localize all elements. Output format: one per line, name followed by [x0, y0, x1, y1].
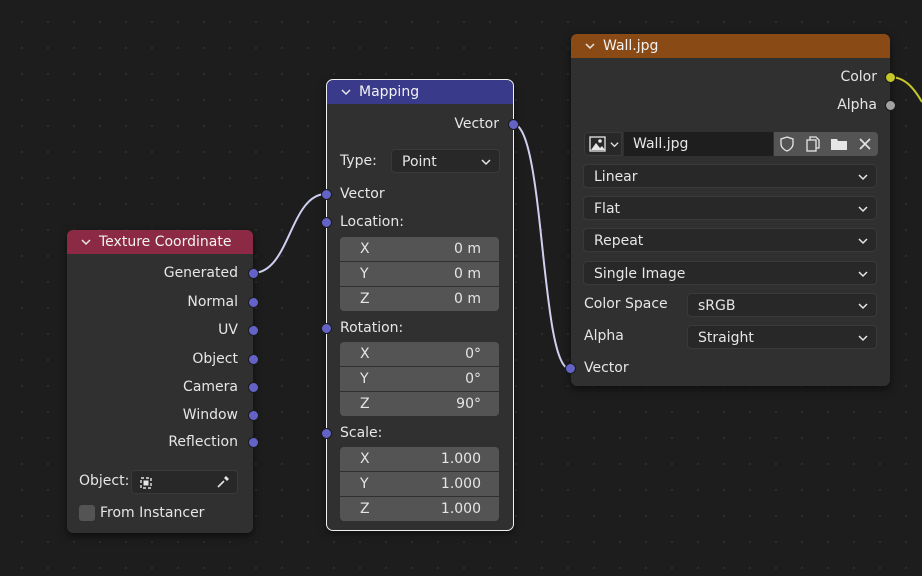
output-window: Window	[182, 407, 238, 423]
chevron-down-icon	[481, 159, 491, 166]
texture-coordinate-header[interactable]: Texture Coordinate	[67, 230, 253, 254]
link-mapping-to-image-vector	[512, 123, 571, 370]
socket-location[interactable]	[321, 217, 332, 228]
mapping-node[interactable]: Mapping Vector Type: Point Vector Locati…	[321, 79, 519, 531]
output-camera: Camera	[183, 379, 238, 395]
location-x-field[interactable]: X0 m	[340, 237, 499, 261]
unlink-image-button[interactable]	[852, 132, 878, 156]
chevron-down-icon	[858, 206, 868, 213]
chevron-down-icon	[858, 303, 868, 310]
scale-x-field[interactable]: X 1.000	[340, 447, 499, 471]
collapse-chevron-icon[interactable]	[585, 41, 595, 51]
from-instancer-checkbox[interactable]	[79, 505, 95, 521]
shield-icon	[780, 136, 794, 152]
node-title: Wall.jpg	[603, 38, 659, 54]
socket-alpha[interactable]	[885, 100, 896, 111]
image-browse-button[interactable]	[584, 132, 622, 156]
chevron-down-icon	[610, 142, 619, 148]
scale-label: Scale:	[340, 425, 383, 441]
node-title: Texture Coordinate	[99, 234, 232, 250]
output-reflection: Reflection	[168, 434, 238, 450]
chevron-down-icon	[858, 238, 868, 245]
alpha-mode-dropdown[interactable]: Straight	[687, 325, 877, 349]
scale-y-field[interactable]: Y 1.000	[340, 472, 499, 496]
rotation-label: Rotation:	[340, 320, 404, 336]
collapse-chevron-icon[interactable]	[341, 87, 351, 97]
scale-z-field[interactable]: Z 1.000	[340, 497, 499, 521]
color-space-dropdown[interactable]: sRGB	[687, 293, 877, 317]
rotation-x-field[interactable]: X 0°	[340, 342, 499, 366]
duplicate-icon	[806, 136, 820, 152]
output-color: Color	[840, 69, 877, 85]
collapse-chevron-icon[interactable]	[81, 237, 91, 247]
link-generated-to-vector	[252, 193, 327, 274]
color-space-label: Color Space	[584, 296, 668, 312]
type-label: Type:	[340, 153, 377, 169]
eyedropper-icon[interactable]	[215, 474, 231, 490]
socket-image-vector[interactable]	[565, 363, 576, 374]
socket-rotation[interactable]	[321, 323, 332, 334]
output-generated: Generated	[163, 265, 238, 281]
socket-scale[interactable]	[321, 428, 332, 439]
input-vector-label: Vector	[340, 186, 385, 202]
type-dropdown[interactable]: Point	[391, 149, 500, 173]
output-normal: Normal	[187, 294, 238, 310]
image-name-field[interactable]: Wall.jpg	[624, 132, 773, 156]
projection-dropdown[interactable]: Flat	[583, 196, 877, 220]
socket-uv[interactable]	[248, 325, 259, 336]
rotation-z-field[interactable]: Z 90°	[340, 392, 499, 416]
location-label: Location:	[340, 214, 404, 230]
socket-object[interactable]	[248, 354, 259, 365]
image-texture-header[interactable]: Wall.jpg	[571, 34, 890, 58]
chevron-down-icon	[858, 335, 868, 342]
texture-coordinate-node[interactable]: Texture Coordinate Generated Normal UV O…	[67, 230, 259, 533]
socket-color[interactable]	[885, 72, 896, 83]
socket-generated[interactable]	[248, 268, 259, 279]
socket-input-vector[interactable]	[321, 189, 332, 200]
from-instancer-label: From Instancer	[100, 505, 205, 521]
folder-icon	[831, 139, 847, 150]
object-field[interactable]	[131, 470, 238, 494]
fake-user-button[interactable]	[774, 132, 800, 156]
chevron-down-icon	[858, 271, 868, 278]
output-uv: UV	[218, 322, 238, 338]
socket-camera[interactable]	[248, 382, 259, 393]
chevron-down-icon	[858, 174, 868, 181]
output-alpha: Alpha	[837, 97, 877, 113]
source-dropdown[interactable]: Single Image	[583, 261, 877, 285]
socket-reflection[interactable]	[248, 437, 259, 448]
socket-output-vector[interactable]	[508, 119, 519, 130]
open-image-button[interactable]	[826, 132, 852, 156]
new-image-button[interactable]	[800, 132, 826, 156]
location-z-field[interactable]: Z0 m	[340, 287, 499, 311]
rotation-y-field[interactable]: Y 0°	[340, 367, 499, 391]
alpha-mode-label: Alpha	[584, 328, 624, 344]
image-icon	[589, 136, 606, 152]
output-object: Object	[192, 351, 238, 367]
object-label: Object:	[79, 473, 130, 489]
image-texture-node[interactable]: Wall.jpg Color Alpha Wall.jpg Linear Fla…	[565, 34, 896, 386]
output-vector: Vector	[454, 116, 499, 132]
mapping-header[interactable]: Mapping	[327, 80, 513, 104]
location-y-field[interactable]: Y0 m	[340, 262, 499, 286]
extension-dropdown[interactable]: Repeat	[583, 228, 877, 252]
node-title: Mapping	[359, 84, 420, 100]
image-vector-label: Vector	[584, 360, 629, 376]
close-icon	[859, 138, 871, 150]
socket-window[interactable]	[248, 410, 259, 421]
object-cube-icon	[140, 477, 152, 489]
interpolation-dropdown[interactable]: Linear	[583, 164, 877, 188]
socket-normal[interactable]	[248, 297, 259, 308]
